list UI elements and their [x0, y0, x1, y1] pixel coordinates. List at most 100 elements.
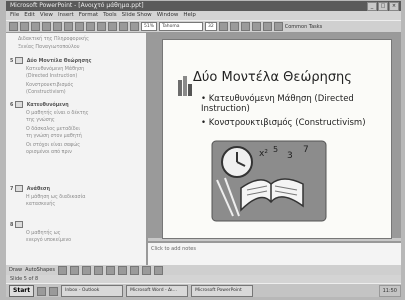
menu-tools[interactable]: Tools: [103, 11, 117, 20]
table-icon[interactable]: [130, 22, 139, 31]
outline-pane[interactable]: Διδακτική της Πληροφορικής Ξενίας Παναγι…: [6, 33, 148, 265]
slide-icon: [15, 221, 24, 228]
print-icon[interactable]: [42, 22, 51, 31]
outline-text: (Directed Instruction): [26, 74, 78, 79]
taskbar-button-word[interactable]: Microsoft Word - Δι...: [126, 285, 189, 297]
outline-slide-6[interactable]: 6 Κατευθυνόμενη: [10, 101, 69, 108]
outline-text: Οι στόχοι είναι σαφώς: [26, 143, 81, 148]
slide-icon: [15, 57, 24, 64]
svg-text:x²: x²: [259, 149, 268, 159]
workspace: Διδακτική της Πληροφορικής Ξενίας Παναγι…: [6, 33, 401, 265]
svg-text:3: 3: [287, 151, 293, 161]
powerpoint-window: Microsoft PowerPoint - [Ανοιχτό μάθημα.p…: [6, 1, 401, 297]
windows-taskbar: Start Inbox - Outlook Microsoft Word - Δ…: [6, 283, 401, 297]
arrow-icon[interactable]: [69, 265, 79, 275]
svg-text:5: 5: [273, 145, 278, 154]
bullet-bars-icon: [178, 76, 192, 96]
menu-help[interactable]: Help: [183, 11, 196, 20]
quicklaunch-desktop-icon[interactable]: [49, 286, 59, 296]
slide-bullet-1[interactable]: • Κατευθυνόμενη Μάθηση (Directed Instruc…: [201, 94, 381, 114]
wordart-icon[interactable]: [117, 265, 127, 275]
shadow-icon[interactable]: [251, 22, 261, 31]
spelling-icon[interactable]: [53, 22, 62, 31]
outline-text: Ο μαθητής ως: [26, 231, 61, 236]
draw-menu[interactable]: Draw: [9, 267, 22, 273]
menu-slide-show[interactable]: Slide Show: [122, 11, 152, 20]
redo-icon[interactable]: [108, 22, 117, 31]
slide-icon: [15, 101, 24, 108]
close-button[interactable]: ×: [389, 2, 399, 11]
drawing-toolbar: Draw AutoShapes: [6, 265, 401, 275]
menu-bar: File Edit View Insert Format Tools Slide…: [6, 11, 401, 20]
align-left-icon[interactable]: [262, 22, 272, 31]
notes-placeholder: Click to add notes: [151, 246, 196, 252]
italic-icon[interactable]: [229, 22, 239, 31]
outline-text: Κατευθυνόμενη Μάθηση: [26, 67, 85, 72]
outline-text: ενεργό υποκείμενο: [26, 238, 72, 243]
status-text: Slide 5 of 8: [10, 276, 39, 282]
title-bar: Microsoft PowerPoint - [Ανοιχτό μάθημα.p…: [6, 1, 401, 11]
quicklaunch-ie-icon[interactable]: [37, 286, 47, 296]
cut-icon[interactable]: [64, 22, 73, 31]
common-tasks-button[interactable]: Common Tasks: [285, 24, 323, 30]
font-size-select[interactable]: 32: [205, 22, 217, 31]
line-icon[interactable]: [57, 265, 67, 275]
copy-icon[interactable]: [75, 22, 84, 31]
menu-view[interactable]: View: [40, 11, 53, 20]
outline-text: τη γνώση στον μαθητή: [26, 134, 82, 139]
outline-slide-7[interactable]: 7 Ανάθεση: [10, 185, 50, 192]
outline-text: Ο δάσκαλος μεταδίδει: [26, 127, 80, 132]
rectangle-icon[interactable]: [81, 265, 91, 275]
window-title: Microsoft PowerPoint - [Ανοιχτό μάθημα.p…: [10, 2, 144, 9]
slide-icon: [15, 185, 24, 192]
bold-icon[interactable]: [218, 22, 228, 31]
fill-color-icon[interactable]: [129, 265, 139, 275]
slide-title[interactable]: Δύο Μοντέλα Θεώρησης: [193, 70, 352, 85]
outline-text: Κονστρουκτιβισμός: [26, 83, 74, 88]
font-color-icon[interactable]: [153, 265, 163, 275]
outline-text: Η μάθηση ως διαδικασία: [26, 195, 86, 200]
underline-icon[interactable]: [240, 22, 250, 31]
outline-text: Ο μαθητής είναι ο δέκτης: [26, 111, 89, 116]
textbox-icon[interactable]: [105, 265, 115, 275]
menu-file[interactable]: File: [10, 11, 19, 20]
line-color-icon[interactable]: [141, 265, 151, 275]
menu-edit[interactable]: Edit: [24, 11, 35, 20]
open-icon[interactable]: [20, 22, 29, 31]
outline-text: Ξενίας Παναγιωτοπούλου: [18, 45, 80, 50]
notes-pane[interactable]: Click to add notes: [148, 241, 401, 265]
slide-pane: Δύο Μοντέλα Θεώρησης • Κατευθυνόμενη Μάθ…: [148, 33, 401, 239]
taskbar-button-powerpoint[interactable]: Microsoft PowerPoint: [191, 285, 254, 297]
maximize-button[interactable]: □: [378, 2, 388, 11]
system-clock: 11:50: [378, 285, 401, 297]
oval-icon[interactable]: [93, 265, 103, 275]
menu-format[interactable]: Format: [79, 11, 98, 20]
slide-bullet-2[interactable]: • Κονστρουκτιβισμός (Constructivism): [201, 118, 381, 128]
standard-toolbar: 51% Tahoma 32 Common Tasks: [6, 20, 401, 33]
status-bar: Slide 5 of 8: [6, 275, 401, 283]
taskbar-button-outlook[interactable]: Inbox - Outlook: [61, 285, 124, 297]
chart-icon[interactable]: [119, 22, 128, 31]
menu-window[interactable]: Window: [157, 11, 179, 20]
svg-text:7: 7: [303, 145, 309, 155]
autoshapes-menu[interactable]: AutoShapes: [25, 267, 55, 273]
center-icon[interactable]: [273, 22, 283, 31]
outline-text: κατασκευής: [26, 202, 56, 207]
menu-insert[interactable]: Insert: [58, 11, 74, 20]
zoom-select[interactable]: 51%: [141, 22, 158, 31]
clipart-book-clock-image: x² 5 3 7: [211, 140, 327, 222]
outline-slide-5[interactable]: 5 Δύο Μοντέλα Θεώρησης: [10, 57, 91, 64]
new-icon[interactable]: [9, 22, 18, 31]
paste-icon[interactable]: [86, 22, 95, 31]
undo-icon[interactable]: [97, 22, 106, 31]
save-icon[interactable]: [31, 22, 40, 31]
start-button[interactable]: Start: [9, 285, 35, 297]
outline-text: Διδακτική της Πληροφορικής: [18, 37, 89, 42]
outline-text: ορισμένοι από πριν: [26, 150, 72, 155]
font-select[interactable]: Tahoma: [159, 22, 204, 31]
outline-text: (Constructivism): [26, 90, 66, 95]
outline-slide-8[interactable]: 8: [10, 221, 25, 228]
minimize-button[interactable]: _: [367, 2, 377, 11]
outline-text: της γνώσης: [26, 118, 55, 123]
slide-5[interactable]: Δύο Μοντέλα Θεώρησης • Κατευθυνόμενη Μάθ…: [162, 39, 392, 239]
